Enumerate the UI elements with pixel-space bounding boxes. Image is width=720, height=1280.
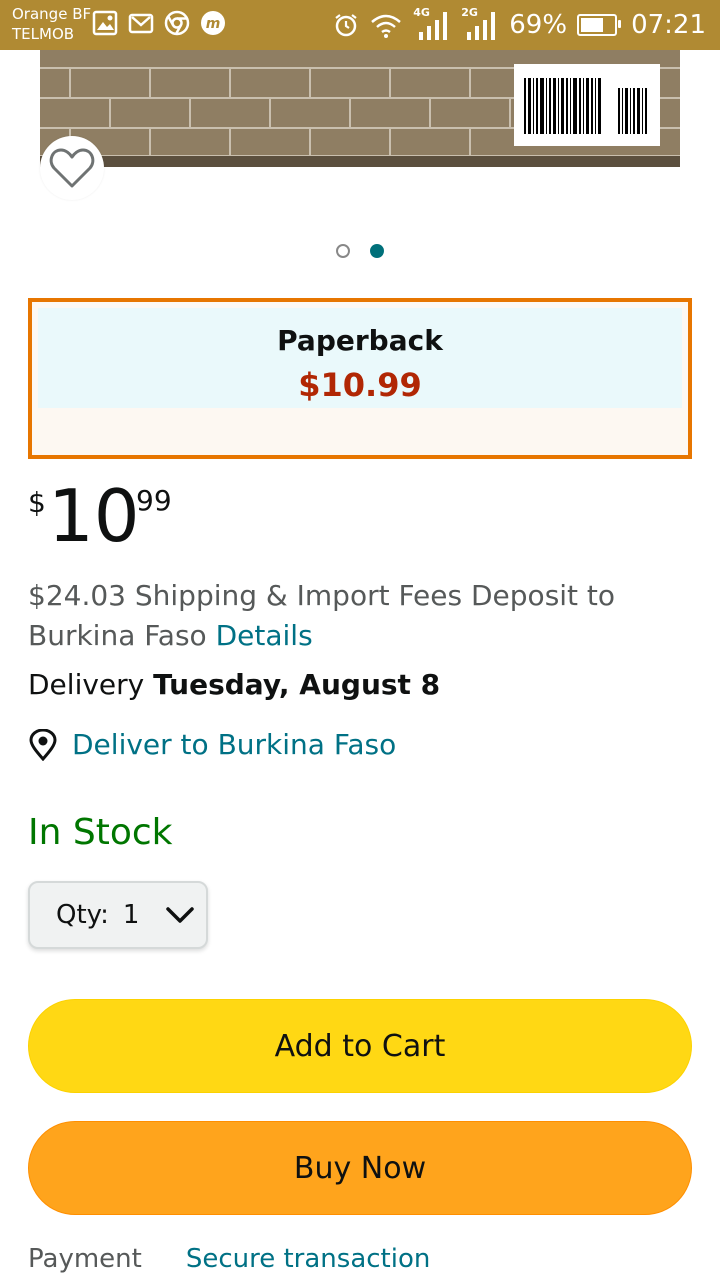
barcode-image [514,64,660,146]
qty-label: Qty: [56,900,109,930]
secure-transaction-link[interactable]: Secure transaction [186,1244,431,1274]
payment-label: Payment [28,1244,142,1274]
add-to-cart-button[interactable]: Add to Cart [28,999,692,1093]
image-carousel-dots [0,244,720,258]
shipping-text: $24.03 Shipping & Import Fees Deposit to… [28,579,616,652]
mail-icon [128,13,154,34]
delivery-info: Delivery Tuesday, August 8 [28,664,440,706]
wishlist-button[interactable] [40,136,104,200]
signal-icon [419,12,448,40]
qty-value: 1 [122,900,140,930]
carousel-dot[interactable] [336,244,350,258]
status-indicators: 4G 2G 69% 07:21 [333,6,706,44]
format-price: $10.99 [298,366,422,404]
carousel-dot-active[interactable] [370,244,384,258]
carrier-name: Orange BF [12,5,92,23]
quantity-selector[interactable]: Qty: 1 [28,881,208,949]
payment-info: Payment Secure transaction [28,1244,430,1274]
clock: 07:21 [631,10,706,40]
notification-icons: m [92,10,226,36]
gallery-icon [92,10,118,36]
delivery-label: Delivery [28,668,145,701]
format-name: Paperback [277,324,443,357]
status-bar: Orange BF TELMOB m 4G 2G 69% 07:21 [0,0,720,50]
heart-icon [49,148,95,188]
signal-icon [467,12,496,40]
carrier-name-secondary: TELMOB [12,25,75,43]
location-pin-icon [29,728,57,761]
battery-fill [581,18,604,32]
shipping-details-link[interactable]: Details [216,619,313,652]
signal-2g: 2G [461,6,499,42]
format-option-header: Paperback $10.99 [38,308,682,408]
chevron-down-icon [166,907,195,923]
format-option-paperback[interactable]: Paperback $10.99 [28,298,692,459]
carrier-info: Orange BF TELMOB [12,4,91,44]
shipping-info: $24.03 Shipping & Import Fees Deposit to… [28,576,688,656]
battery-icon [577,14,622,36]
svg-text:m: m [206,16,221,32]
price-symbol: $ [28,486,46,519]
deliver-to-link[interactable]: Deliver to Burkina Faso [28,728,396,761]
price-fraction: 99 [136,484,172,517]
m-app-icon: m [201,11,225,35]
buy-now-button[interactable]: Buy Now [28,1121,692,1215]
product-image[interactable] [40,50,680,167]
signal-4g: 4G [413,6,451,42]
deliver-to-label: Deliver to Burkina Faso [72,728,397,761]
chrome-icon [164,10,190,36]
wifi-icon [371,14,402,38]
price-whole: 10 [48,474,140,558]
battery-percent: 69% [509,10,568,40]
alarm-icon [335,14,357,37]
delivery-date: Tuesday, August 8 [153,668,441,701]
stock-status: In Stock [28,812,173,853]
